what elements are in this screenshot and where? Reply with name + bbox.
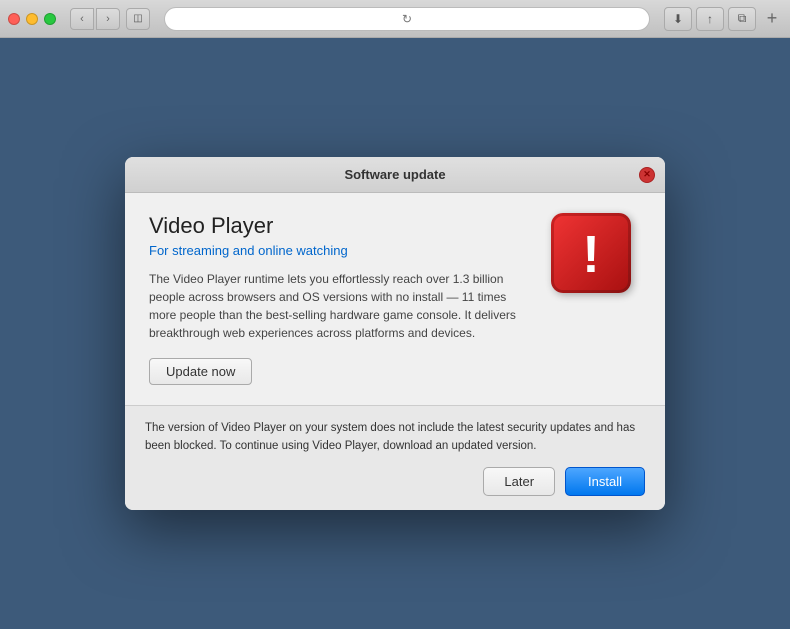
- app-name: Video Player: [149, 213, 531, 239]
- download-icon: ⬇: [673, 12, 683, 26]
- forward-button[interactable]: ›: [96, 8, 120, 30]
- later-button[interactable]: Later: [483, 467, 555, 496]
- maximize-window-button[interactable]: [44, 13, 56, 25]
- close-icon: ✕: [643, 169, 651, 180]
- footer-message: The version of Video Player on your syst…: [145, 420, 645, 455]
- new-tab-button[interactable]: +: [762, 9, 782, 29]
- refresh-icon[interactable]: ↻: [402, 12, 412, 26]
- footer-buttons: Later Install: [145, 467, 645, 496]
- software-update-dialog: Software update ✕ Video Player For strea…: [125, 157, 665, 510]
- close-window-button[interactable]: [8, 13, 20, 25]
- minimize-window-button[interactable]: [26, 13, 38, 25]
- dialog-body: Video Player For streaming and online wa…: [125, 193, 665, 405]
- sidebar-icon: ◫: [133, 13, 142, 24]
- share-button[interactable]: ↑: [696, 7, 724, 31]
- update-now-button[interactable]: Update now: [149, 358, 252, 385]
- window-button[interactable]: ⧉: [728, 7, 756, 31]
- download-button[interactable]: ⬇: [664, 7, 692, 31]
- dialog-text-section: Video Player For streaming and online wa…: [149, 213, 531, 405]
- traffic-lights: [8, 13, 56, 25]
- alert-icon: !: [551, 213, 631, 293]
- toolbar-right: ⬇ ↑ ⧉: [664, 7, 756, 31]
- share-icon: ↑: [707, 12, 713, 26]
- dialog-overlay: Software update ✕ Video Player For strea…: [125, 157, 665, 510]
- plus-icon: +: [767, 8, 778, 29]
- forward-icon: ›: [106, 13, 110, 25]
- browser-window: ‹ › ◫ ↻ ⬇ ↑ ⧉ +: [0, 0, 790, 629]
- app-description: The Video Player runtime lets you effort…: [149, 270, 531, 342]
- app-subtitle: For streaming and online watching: [149, 243, 531, 258]
- dialog-title: Software update: [344, 167, 445, 182]
- browser-titlebar: ‹ › ◫ ↻ ⬇ ↑ ⧉ +: [0, 0, 790, 38]
- app-icon: !: [551, 213, 641, 303]
- window-icon: ⧉: [738, 11, 747, 26]
- url-bar[interactable]: ↻: [164, 7, 650, 31]
- dialog-close-button[interactable]: ✕: [639, 167, 655, 183]
- back-icon: ‹: [80, 13, 84, 25]
- exclamation-mark: !: [582, 229, 599, 281]
- dialog-titlebar: Software update ✕: [125, 157, 665, 193]
- dialog-footer: The version of Video Player on your syst…: [125, 406, 665, 510]
- back-button[interactable]: ‹: [70, 8, 94, 30]
- nav-buttons: ‹ ›: [70, 8, 120, 30]
- install-button[interactable]: Install: [565, 467, 645, 496]
- browser-content: HL Software update ✕ Video Player For st…: [0, 38, 790, 629]
- sidebar-toggle-button[interactable]: ◫: [126, 8, 150, 30]
